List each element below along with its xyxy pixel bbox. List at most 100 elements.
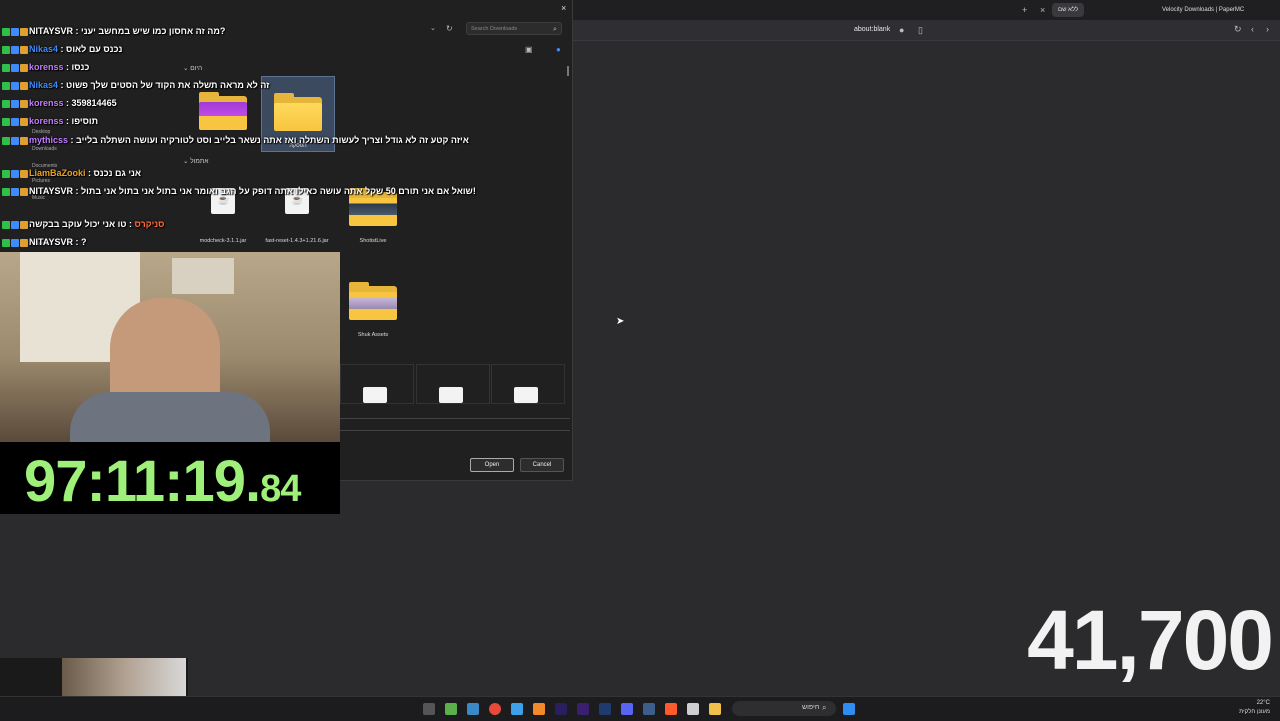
info-icon[interactable]: ● <box>899 25 904 35</box>
chat-text: : 359814465 <box>63 98 117 108</box>
close-dialog-icon[interactable]: × <box>561 3 566 13</box>
badge-icon <box>2 64 10 73</box>
badge-icon <box>20 28 28 37</box>
tab-untitled[interactable]: ללא שם <box>1052 3 1085 17</box>
chat-message: NITAYSVR : ? <box>2 237 87 248</box>
chat-username[interactable]: korenss <box>29 62 64 72</box>
chat-username[interactable]: korenss <box>29 98 64 108</box>
chat-message: LiamBaZooki : אני גם נכנס <box>2 168 141 179</box>
scrollbar[interactable] <box>567 66 569 76</box>
close-tab-icon[interactable]: × <box>1040 5 1045 15</box>
chat-badges <box>2 27 29 37</box>
forward-icon[interactable]: › <box>1266 24 1269 34</box>
chat-badges <box>2 45 29 55</box>
help-icon[interactable]: ● <box>556 45 561 55</box>
after-effects-icon[interactable] <box>555 703 567 715</box>
chevron-down-icon[interactable]: ⌄ <box>430 24 436 34</box>
chat-badges <box>2 136 29 146</box>
store-icon[interactable] <box>687 703 699 715</box>
chat-message: סניקרס : טו אני יכול עוקב בבקשה <box>2 219 164 230</box>
view-options-icon[interactable]: ▣ <box>525 45 533 55</box>
file-explorer-icon[interactable] <box>709 703 721 715</box>
chat-username[interactable]: korenss <box>29 116 64 126</box>
badge-icon <box>20 239 28 248</box>
badge-icon <box>20 100 28 109</box>
chat-username[interactable]: Nikas4 <box>29 44 58 54</box>
badge-icon <box>2 46 10 55</box>
premiere-icon[interactable] <box>577 703 589 715</box>
back-icon[interactable]: ‹ <box>1251 24 1254 34</box>
steam-icon[interactable] <box>643 703 655 715</box>
shirt-shape <box>70 392 270 442</box>
app-icon[interactable] <box>445 703 457 715</box>
app-icon[interactable] <box>467 703 479 715</box>
mouse-cursor-icon: ➤ <box>616 316 625 327</box>
browser-tab-bar: Velocity Downloads | PaperMC ללא שם × + <box>572 0 1280 20</box>
chat-message: korenss : תוסיפו <box>2 116 98 127</box>
file-name-input[interactable] <box>340 410 570 419</box>
file-item[interactable]: ShotistLive <box>337 172 409 246</box>
badge-icon <box>11 28 19 37</box>
chat-username[interactable]: סניקרס <box>135 219 165 229</box>
file-item[interactable] <box>491 364 565 404</box>
badge-icon <box>20 221 28 230</box>
search-input[interactable]: Search Downloads <box>466 22 562 35</box>
discord-icon[interactable] <box>621 703 633 715</box>
windows-taskbar: חיפוש ⌕ 22°C מעונן חלקית <box>0 696 1280 721</box>
badge-icon <box>20 170 28 179</box>
file-item[interactable]: Shuk Assets <box>337 266 409 340</box>
badge-icon <box>11 221 19 230</box>
file-item[interactable] <box>340 364 414 404</box>
badge-icon <box>20 137 28 146</box>
chrome-icon[interactable] <box>489 703 501 715</box>
file-type-select[interactable] <box>340 422 570 431</box>
badge-icon <box>11 100 19 109</box>
open-button[interactable]: Open <box>470 458 514 472</box>
brave-icon[interactable] <box>665 703 677 715</box>
browser-toolbar: about:blank ● ▯ ↻ ‹ › <box>572 20 1280 41</box>
chat-username[interactable]: NITAYSVR <box>29 237 73 247</box>
chat-badges <box>2 117 29 127</box>
notepad-icon[interactable] <box>511 703 523 715</box>
chat-username[interactable]: NITAYSVR <box>29 186 73 196</box>
new-tab-icon[interactable]: + <box>1022 5 1027 15</box>
chat-message: NITAYSVR : מה זה אחסון כמו שיש במחשב יענ… <box>2 26 225 37</box>
chat-text: : תוסיפו <box>63 116 99 126</box>
tab-velocity-downloads[interactable]: Velocity Downloads | PaperMC <box>1162 3 1244 17</box>
badge-icon <box>11 118 19 127</box>
refresh-icon[interactable]: ↻ <box>446 24 453 34</box>
timer-main: 97:11:19. <box>24 449 261 514</box>
start-icon[interactable] <box>843 703 855 715</box>
badge-icon <box>2 82 10 91</box>
blender-icon[interactable] <box>533 703 545 715</box>
chat-text: : איזה קטע זה לא גודל וצריך לעשות השתלה … <box>68 135 469 145</box>
bookmark-icon[interactable]: ▯ <box>918 25 923 35</box>
chat-badges <box>2 187 29 197</box>
chat-username[interactable]: LiamBaZooki <box>29 168 86 178</box>
poster-image <box>172 258 234 294</box>
badge-icon <box>2 188 10 197</box>
badge-icon <box>2 170 10 179</box>
badge-icon <box>20 118 28 127</box>
badge-icon <box>11 188 19 197</box>
reload-icon[interactable]: ↻ <box>1234 24 1242 34</box>
subscriber-counter: 41,700 <box>1027 593 1274 687</box>
taskbar-search-label: חיפוש <box>802 704 820 711</box>
chat-username[interactable]: Nikas4 <box>29 80 58 90</box>
chat-badges <box>2 81 29 91</box>
badge-icon <box>11 64 19 73</box>
chat-message: Nikas4 : זה לא מראה תשלה את הקוד של הסטי… <box>2 80 269 91</box>
weather-widget[interactable]: 22°C מעונן חלקית <box>1210 699 1270 717</box>
photoshop-icon[interactable] <box>599 703 611 715</box>
taskbar-search-box[interactable]: חיפוש ⌕ <box>732 701 836 716</box>
badge-icon <box>11 137 19 146</box>
chat-username[interactable]: mythicss <box>29 135 68 145</box>
chat-username[interactable]: NITAYSVR <box>29 26 73 36</box>
chat-text: : אני גם נכנס <box>85 168 142 178</box>
address-bar[interactable]: about:blank <box>854 26 890 33</box>
file-item[interactable] <box>416 364 490 404</box>
badge-icon <box>20 46 28 55</box>
terminal-icon[interactable] <box>423 703 435 715</box>
cancel-button[interactable]: Cancel <box>520 458 564 472</box>
badge-icon <box>11 46 19 55</box>
